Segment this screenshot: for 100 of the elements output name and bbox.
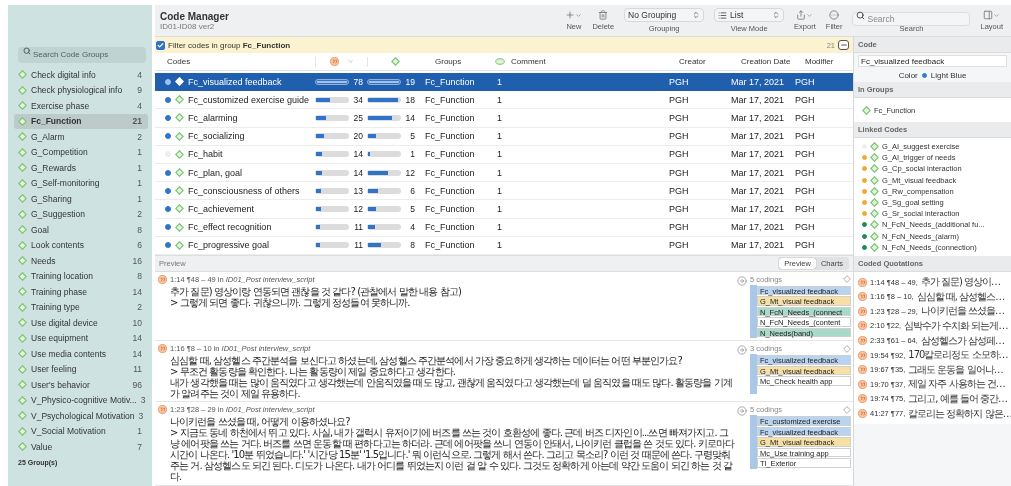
search-field[interactable]: Search (852, 12, 971, 26)
count-value: 5 (409, 203, 415, 214)
group-name: User feeling (31, 364, 78, 375)
sort-caret-icon[interactable] (346, 58, 354, 65)
filter-icon (829, 10, 840, 20)
table-cell-text: 1 (496, 222, 503, 233)
table-cell-text: Fc_Function (424, 203, 476, 214)
code-group-item[interactable]: Fc_Function 21 (14, 113, 148, 129)
group-count: 14 (132, 348, 142, 359)
table-cell-text: PGH (668, 149, 690, 160)
code-group-item[interactable]: Check digital info 4 (14, 67, 148, 83)
arrow-circle-icon[interactable] (737, 345, 747, 356)
code-group-item[interactable]: User feeling 11 (14, 361, 148, 377)
quotation-icon (158, 274, 167, 284)
table-cell-text: 1 (496, 203, 503, 214)
table-cell-text: Mar 17, 2021 (730, 185, 786, 196)
group-count: 1 (137, 426, 142, 437)
column-header[interactable]: Groups (423, 57, 495, 66)
count-value: 78 (352, 76, 363, 87)
checkbox[interactable] (156, 40, 165, 50)
view-mode-select[interactable]: List (714, 8, 785, 22)
quotation-text: 내가 생각했을 때는 많이 움직였다고 생각했는데 안움직였을 때도 많고, 괜찮게 움직였다고 생각했는데 덜 움직였을 때도 많다. 활동량을 기계가 알려주는 것이 제일 유용하다. (170, 377, 733, 400)
quotation-excerpt: 심박수가 수치화 되는게… (904, 318, 1008, 333)
code-name-field[interactable]: Fc_visualized feedback (858, 55, 1007, 67)
code-group-item[interactable]: Look contents 6 (14, 237, 148, 253)
column-header[interactable]: Creator (667, 57, 729, 66)
count-value: 8 (409, 240, 415, 251)
group-count: 14 (132, 286, 142, 297)
group-name: Training location (31, 271, 95, 282)
code-group-item[interactable]: G_Self-monitoring 1 (14, 175, 148, 191)
code-group-item[interactable]: G_Sharing 1 (14, 191, 148, 207)
code-group-item[interactable]: V_Physico-cognitive Motiv... 3 (14, 392, 148, 408)
table-cell-text: Fc_Function (424, 185, 476, 196)
code-group-item[interactable]: Use media contents 14 (14, 346, 148, 362)
color-name: Light Blue (930, 71, 967, 80)
group-count: 8 (137, 271, 142, 282)
group-count: 16 (132, 255, 142, 266)
code-group-item[interactable]: Use equipment 14 (14, 330, 148, 346)
group-name: Exercise phase (31, 100, 91, 111)
group-count: 1 (137, 147, 142, 158)
code-group-item[interactable]: G_Competition 1 (14, 144, 148, 160)
chevrons-icon (772, 11, 781, 19)
group-name: G_Suggestion (31, 209, 86, 220)
group-name: Training type (31, 302, 81, 313)
table-cell-text: PGH (668, 240, 690, 251)
quotation-excerpt: 제일 자주 사용하는 건… (908, 377, 1005, 392)
code-group-item[interactable]: G_Suggestion 2 (14, 206, 148, 222)
group-count: 3 (140, 395, 146, 406)
count-value: 14 (352, 149, 363, 160)
column-header[interactable]: Creation Date (729, 57, 793, 66)
plus-icon (565, 10, 576, 20)
code-group-item[interactable]: Training type 2 (14, 299, 148, 315)
table-cell-text: PGH (668, 167, 690, 178)
group-count: 4 (137, 69, 142, 80)
table-cell-text: PGH (668, 185, 690, 196)
column-header[interactable]: Comment (495, 57, 667, 66)
arrow-circle-icon[interactable] (737, 275, 747, 286)
column-header[interactable]: Codes (155, 57, 315, 66)
code-group-item[interactable]: G_Rewards 1 (14, 160, 148, 176)
code-name: Fc_effect recognition (188, 222, 272, 233)
code-row[interactable]: Fc_visualized feedback 78 19 Fc_Function 1 PGH Mar 17, 2021 PGH (155, 73, 853, 92)
group-count: 1 (137, 193, 142, 204)
code-group-item[interactable]: G_Alarm 2 (14, 129, 148, 145)
quotation-text: > 지금도 동네 하천에서 뛰고 있다. 사실, 내가 갤럭시 유저이기에 버즈를 쓰는 것이 호환성에 좋다. 근데 버즈 디자인이...쓰면 빠져가지고. 그냥 에어팟을 쓰는 거다. 버즈를 쓰면 운동할 때 편하다고는 하더라. 근데 에어팟을 쓰니 연동이 안돼서, 나이키런 클럽을 쓴 것도 있다. 키로마다 시간이 나온다. '10분 뛰었습니다.' '시간당 15분' '1.5입니다.' 뭐 이런식으로. 그렇게 해서 쓴다. 그리고 목소리? 이런 것 때문에 쓴다. 구령맞춰주는 거. 삼성헬스도 되긴 된다. 디도가 나온다. 내가 어디를 뛰었는지 이런 걸 알 수 있다. 그것도 정확하게 아는데 약간 도움이 되긴 하는 것 같다. (170, 427, 736, 483)
code-group-item[interactable]: Value 7 (14, 439, 148, 455)
search-field[interactable]: Search Code Groups (18, 46, 146, 63)
grouping-select[interactable]: No Grouping (624, 8, 705, 22)
code-name: Fc_consciousness of others (188, 185, 300, 196)
table-cell-text: Mar 17, 2021 (730, 149, 786, 160)
code-group-item[interactable]: Exercise phase 4 (14, 98, 148, 114)
code-group-item[interactable]: Training phase 14 (14, 284, 148, 300)
table-cell-text: Mar 17, 2021 (730, 131, 786, 142)
group-count: 2 (137, 302, 142, 313)
group-name: Fc_Function (31, 116, 83, 127)
code-group-item[interactable]: V_Social Motivation 1 (14, 423, 148, 439)
table-cell-text: 1 (496, 240, 503, 251)
caret-icon (993, 11, 1001, 19)
quotation-text: 심심할 때, 삼성헬스 주간분석을 보신다고 하셨는데, 삼성헬스 주간분석에서 가장 중요하게 생각하는 데이터는 어떤 부분인가요? (170, 355, 683, 367)
code-group-item[interactable]: Use digital device 10 (14, 315, 148, 331)
code-group-item[interactable]: Check physiological info 9 (14, 82, 148, 98)
table-cell-text: PGH (794, 167, 816, 178)
code-group-item[interactable]: V_Psychological Motivation 3 (14, 408, 148, 424)
count-value: 12 (404, 167, 415, 178)
group-name: Check digital info (31, 69, 97, 80)
quotation-text: > 그렇게 되면 좋다. 귀찮으니까. 그렇게 정성들여 못하니까. (170, 296, 410, 308)
panel-icon (983, 10, 994, 20)
code-group-item[interactable]: Training location 8 (14, 268, 148, 284)
collapse-button[interactable] (838, 40, 849, 50)
column-header[interactable]: Modifier (793, 57, 853, 66)
table-cell-text: Fc_Function (424, 131, 476, 142)
group-name: G_Self-monitoring (31, 178, 101, 189)
code-group-item[interactable]: Needs 16 (14, 253, 148, 269)
code-group-item[interactable]: Goal 8 (14, 222, 148, 238)
table-cell-text: 1 (496, 149, 503, 160)
code-group-item[interactable]: User's behavior 96 (14, 377, 148, 393)
arrow-circle-icon[interactable] (737, 406, 747, 417)
count-value: 14 (352, 167, 363, 178)
quotation-excerpt: 그리고, 예를 들어 중간… (908, 391, 1008, 406)
group-name: Check physiological info (31, 85, 124, 96)
table-cell-text: Fc_Function (424, 149, 476, 160)
